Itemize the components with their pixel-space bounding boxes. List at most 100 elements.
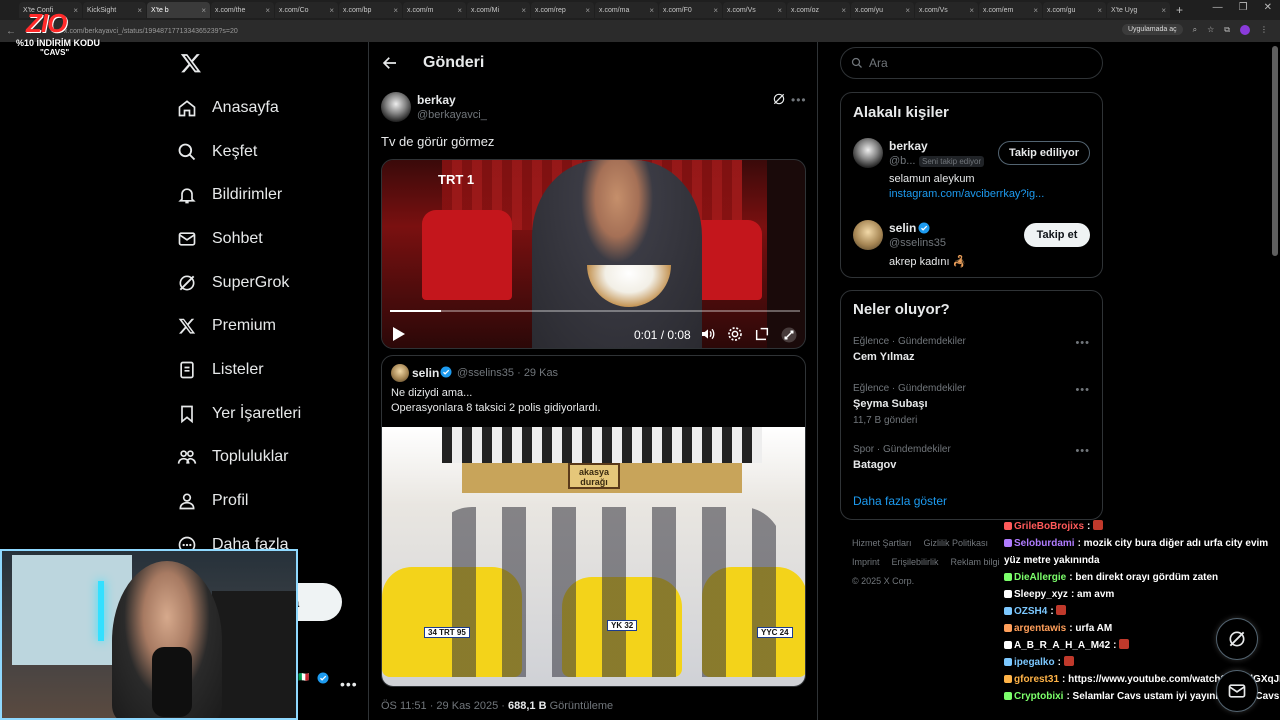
open-in-app-button[interactable]: Uygulamada aç xyxy=(1121,24,1183,35)
browser-tab[interactable]: x.com/oz × xyxy=(787,2,850,18)
chat-badge-icon xyxy=(1004,573,1012,581)
trend-name[interactable]: Şeyma Subaşı xyxy=(853,398,928,410)
menu-icon[interactable]: ⋮ xyxy=(1260,25,1268,34)
close-tab-icon[interactable]: × xyxy=(905,6,910,15)
video-player[interactable]: TRT 1 0:01 / 0:08 xyxy=(381,159,806,349)
sidebar-item-grok[interactable]: SuperGrok xyxy=(170,261,360,305)
quoted-post[interactable]: selin @sselins35 · 29 Kas Ne diziydi ama… xyxy=(381,355,806,687)
grok-float-button[interactable] xyxy=(1216,618,1258,660)
close-tab-icon[interactable]: × xyxy=(457,6,462,15)
zoom-icon[interactable]: ⌕ xyxy=(1193,25,1197,35)
volume-icon[interactable] xyxy=(700,326,716,347)
sidebar-item-home[interactable]: Anasayfa xyxy=(170,86,360,130)
minimize-icon[interactable]: — xyxy=(1213,2,1223,13)
post-more-icon[interactable]: ••• xyxy=(791,93,807,107)
sidebar-item-bell[interactable]: Bildirimler xyxy=(170,173,360,217)
browser-tab[interactable]: x.com/bp × xyxy=(339,2,402,18)
quote-author-name[interactable]: selin xyxy=(412,366,439,380)
profile-avatar[interactable] xyxy=(1240,24,1250,35)
close-window-icon[interactable]: ✕ xyxy=(1264,2,1272,13)
star-icon[interactable]: ☆ xyxy=(1207,25,1214,34)
close-tab-icon[interactable]: × xyxy=(1161,6,1166,15)
sidebar-item-x[interactable]: Premium xyxy=(170,304,360,348)
author-avatar[interactable] xyxy=(381,92,411,122)
sidebar-item-person[interactable]: Profil xyxy=(170,479,360,523)
close-tab-icon[interactable]: × xyxy=(1097,6,1102,15)
close-tab-icon[interactable]: × xyxy=(585,6,590,15)
author-handle[interactable]: @berkayavci_ xyxy=(417,109,487,121)
related-name[interactable]: berkay xyxy=(889,139,928,153)
browser-tab[interactable]: x.com/em × xyxy=(979,2,1042,18)
browser-tab[interactable]: X'te b × xyxy=(147,2,210,18)
browser-tab[interactable]: x.com/m × xyxy=(403,2,466,18)
footer-link[interactable]: Hizmet Şartları xyxy=(852,538,912,548)
sidebar-item-search[interactable]: Keşfet xyxy=(170,130,360,174)
new-tab-button[interactable]: + xyxy=(1176,3,1183,17)
close-tab-icon[interactable]: × xyxy=(137,6,142,15)
browser-tab[interactable]: x.com/Mi × xyxy=(467,2,530,18)
sidebar-item-list[interactable]: Listeler xyxy=(170,348,360,392)
extensions-icon[interactable]: ⧉ xyxy=(1224,25,1230,35)
grok-explain-icon[interactable] xyxy=(772,92,786,111)
related-link[interactable]: instagram.com/avciberrkay?ig... xyxy=(889,188,1044,200)
close-tab-icon[interactable]: × xyxy=(777,6,782,15)
page-scrollbar[interactable] xyxy=(1272,46,1278,256)
browser-tab[interactable]: x.com/ma × xyxy=(595,2,658,18)
footer-link[interactable]: Imprint xyxy=(852,557,880,567)
close-tab-icon[interactable]: × xyxy=(969,6,974,15)
footer-link[interactable]: Gizlilik Politikası xyxy=(924,538,989,548)
sidebar-item-mail[interactable]: Sohbet xyxy=(170,217,360,261)
search-input[interactable]: Ara xyxy=(840,47,1103,79)
pip-icon[interactable] xyxy=(754,326,770,347)
browser-tab[interactable]: x.com/the × xyxy=(211,2,274,18)
close-tab-icon[interactable]: × xyxy=(521,6,526,15)
browser-tab[interactable]: x.com/Co × xyxy=(275,2,338,18)
following-button[interactable]: Takip ediliyor xyxy=(998,141,1090,165)
account-more-icon[interactable]: ••• xyxy=(340,676,358,692)
trend-name[interactable]: Batagov xyxy=(853,459,896,471)
close-tab-icon[interactable]: × xyxy=(1033,6,1038,15)
related-avatar[interactable] xyxy=(853,138,883,168)
close-tab-icon[interactable]: × xyxy=(841,6,846,15)
post-timestamp[interactable]: ÖS 11:51 · 29 Kas 2025 · xyxy=(381,700,508,712)
quote-author-avatar[interactable] xyxy=(391,364,409,382)
quote-image[interactable]: akasya durağı 34 TRT 95 YK 32 YYC 24 xyxy=(382,427,805,686)
x-logo-icon[interactable] xyxy=(174,46,208,80)
footer-link[interactable]: Reklam bilgi xyxy=(951,557,1000,567)
browser-tab[interactable]: x.com/yu × xyxy=(851,2,914,18)
browser-tab[interactable]: x.com/F0 × xyxy=(659,2,722,18)
video-progress-bar[interactable] xyxy=(390,310,800,312)
show-more-link[interactable]: Daha fazla göster xyxy=(853,494,947,508)
footer-link[interactable]: Erişilebilirlik xyxy=(892,557,939,567)
close-tab-icon[interactable]: × xyxy=(393,6,398,15)
back-arrow-icon[interactable] xyxy=(381,54,399,72)
browser-tab[interactable]: x.com/Vs × xyxy=(915,2,978,18)
browser-tab[interactable]: x.com/gu × xyxy=(1043,2,1106,18)
close-tab-icon[interactable]: × xyxy=(649,6,654,15)
related-handle[interactable]: @b... xyxy=(889,155,915,167)
sidebar-item-people[interactable]: Topluluklar xyxy=(170,436,360,480)
sidebar-item-bookmark[interactable]: Yer İşaretleri xyxy=(170,392,360,436)
close-tab-icon[interactable]: × xyxy=(201,6,206,15)
related-avatar[interactable] xyxy=(853,220,883,250)
trend-more-icon[interactable]: ••• xyxy=(1075,384,1090,396)
related-name[interactable]: selin xyxy=(889,221,916,235)
close-tab-icon[interactable]: × xyxy=(713,6,718,15)
browser-tab[interactable]: X'te Uyg × xyxy=(1107,2,1170,18)
play-icon[interactable] xyxy=(392,326,406,347)
fullscreen-icon[interactable] xyxy=(780,326,798,348)
author-name[interactable]: berkay xyxy=(417,93,456,107)
settings-gear-icon[interactable] xyxy=(727,326,743,347)
trend-more-icon[interactable]: ••• xyxy=(1075,445,1090,457)
trend-more-icon[interactable]: ••• xyxy=(1075,337,1090,349)
browser-tab[interactable]: x.com/rep × xyxy=(531,2,594,18)
quote-author-handle[interactable]: @sselins35 · 29 Kas xyxy=(457,367,558,379)
related-handle[interactable]: @sselins35 xyxy=(889,237,946,249)
trend-name[interactable]: Cem Yılmaz xyxy=(853,351,915,363)
browser-tab[interactable]: x.com/Vs × xyxy=(723,2,786,18)
messages-float-button[interactable] xyxy=(1216,670,1258,712)
close-tab-icon[interactable]: × xyxy=(265,6,270,15)
follow-button[interactable]: Takip et xyxy=(1024,223,1090,247)
restore-icon[interactable]: ❐ xyxy=(1239,2,1248,13)
close-tab-icon[interactable]: × xyxy=(329,6,334,15)
